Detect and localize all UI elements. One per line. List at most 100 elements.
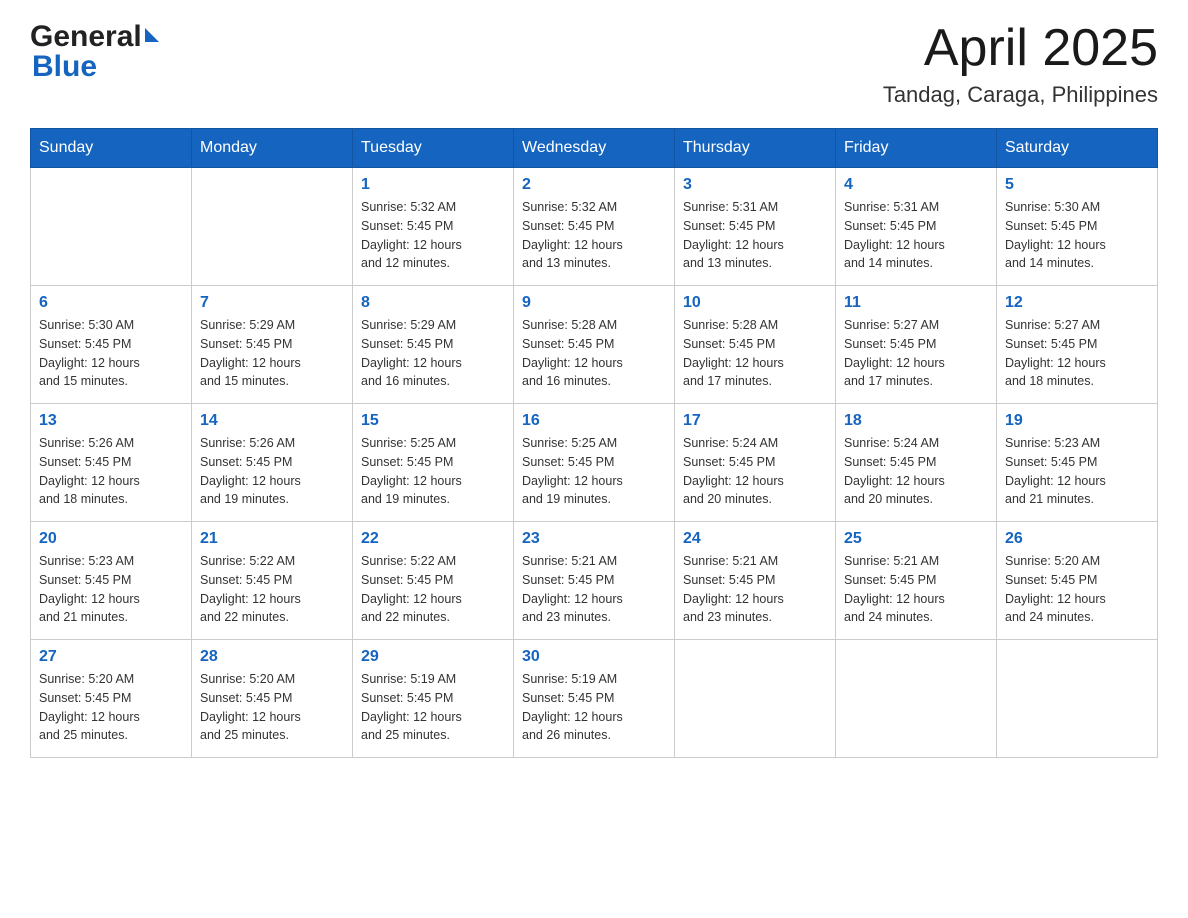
day-info: Sunrise: 5:32 AM Sunset: 5:45 PM Dayligh… (361, 198, 505, 273)
day-number: 26 (1005, 530, 1149, 548)
logo-blue: Blue (30, 50, 159, 84)
day-number: 9 (522, 294, 666, 312)
calendar-cell (192, 168, 353, 286)
calendar-cell: 28Sunrise: 5:20 AM Sunset: 5:45 PM Dayli… (192, 640, 353, 758)
calendar-cell (675, 640, 836, 758)
day-number: 10 (683, 294, 827, 312)
day-number: 16 (522, 412, 666, 430)
calendar-cell: 11Sunrise: 5:27 AM Sunset: 5:45 PM Dayli… (836, 286, 997, 404)
calendar-cell: 5Sunrise: 5:30 AM Sunset: 5:45 PM Daylig… (997, 168, 1158, 286)
day-number: 19 (1005, 412, 1149, 430)
calendar-cell: 27 Sunrise: 5:20 AM Sunset: 5:45 PM Dayli… (31, 640, 192, 758)
page-header: General Blue April 2025 Tandag, Caraga, … (30, 20, 1158, 108)
weekday-header-friday: Friday (836, 129, 997, 168)
day-info: Sunrise: 5:24 AM Sunset: 5:45 PM Dayligh… (844, 434, 988, 509)
calendar-cell (997, 640, 1158, 758)
calendar-cell: 15 Sunrise: 5:25 AM Sunset: 5:45 PM Dayli… (353, 404, 514, 522)
day-number: 2 (522, 176, 666, 194)
day-info: Sunrise: 5:27 AM Sunset: 5:45 PM Dayligh… (1005, 316, 1149, 391)
calendar-cell: 20Sunrise: 5:23 AM Sunset: 5:45 PM Dayli… (31, 522, 192, 640)
location-subtitle: Tandag, Caraga, Philippines (883, 82, 1158, 108)
logo: General Blue (30, 20, 159, 84)
calendar-cell: 19Sunrise: 5:23 AM Sunset: 5:45 PM Dayli… (997, 404, 1158, 522)
calendar-cell: 13 Sunrise: 5:26 AM Sunset: 5:45 PM Dayli… (31, 404, 192, 522)
day-info: Sunrise: 5:31 AM Sunset: 5:45 PM Dayligh… (683, 198, 827, 273)
calendar-cell: 9 Sunrise: 5:28 AM Sunset: 5:45 PM Daylig… (514, 286, 675, 404)
calendar-week-row: 20Sunrise: 5:23 AM Sunset: 5:45 PM Dayli… (31, 522, 1158, 640)
day-number: 12 (1005, 294, 1149, 312)
calendar-cell: 3Sunrise: 5:31 AM Sunset: 5:45 PM Daylig… (675, 168, 836, 286)
day-info: Sunrise: 5:20 AM Sunset: 5:45 PM Dayligh… (39, 670, 183, 745)
title-area: April 2025 Tandag, Caraga, Philippines (883, 20, 1158, 108)
calendar-cell: 21 Sunrise: 5:22 AM Sunset: 5:45 PM Dayli… (192, 522, 353, 640)
day-number: 21 (200, 530, 344, 548)
day-info: Sunrise: 5:20 AM Sunset: 5:45 PM Dayligh… (1005, 552, 1149, 627)
calendar-cell: 29 Sunrise: 5:19 AM Sunset: 5:45 PM Dayli… (353, 640, 514, 758)
day-info: Sunrise: 5:25 AM Sunset: 5:45 PM Dayligh… (522, 434, 666, 509)
calendar-cell: 24Sunrise: 5:21 AM Sunset: 5:45 PM Dayli… (675, 522, 836, 640)
calendar-cell (31, 168, 192, 286)
day-info: Sunrise: 5:29 AM Sunset: 5:45 PM Dayligh… (361, 316, 505, 391)
weekday-header-row: SundayMondayTuesdayWednesdayThursdayFrid… (31, 129, 1158, 168)
day-info: Sunrise: 5:32 AM Sunset: 5:45 PM Dayligh… (522, 198, 666, 273)
calendar-week-row: 6 Sunrise: 5:30 AM Sunset: 5:45 PM Daylig… (31, 286, 1158, 404)
calendar-cell: 22 Sunrise: 5:22 AM Sunset: 5:45 PM Dayli… (353, 522, 514, 640)
day-number: 25 (844, 530, 988, 548)
day-info: Sunrise: 5:25 AM Sunset: 5:45 PM Dayligh… (361, 434, 505, 509)
day-number: 20 (39, 530, 183, 548)
day-info: Sunrise: 5:28 AM Sunset: 5:45 PM Dayligh… (683, 316, 827, 391)
logo-arrow-icon (145, 28, 159, 42)
day-info: Sunrise: 5:24 AM Sunset: 5:45 PM Dayligh… (683, 434, 827, 509)
day-number: 8 (361, 294, 505, 312)
day-info: Sunrise: 5:26 AM Sunset: 5:45 PM Dayligh… (39, 434, 183, 509)
day-number: 30 (522, 648, 666, 666)
calendar-cell: 26 Sunrise: 5:20 AM Sunset: 5:45 PM Dayli… (997, 522, 1158, 640)
weekday-header-sunday: Sunday (31, 129, 192, 168)
calendar-cell: 10 Sunrise: 5:28 AM Sunset: 5:45 PM Dayli… (675, 286, 836, 404)
calendar-cell: 6 Sunrise: 5:30 AM Sunset: 5:45 PM Daylig… (31, 286, 192, 404)
day-info: Sunrise: 5:19 AM Sunset: 5:45 PM Dayligh… (361, 670, 505, 745)
day-info: Sunrise: 5:20 AM Sunset: 5:45 PM Dayligh… (200, 670, 344, 745)
day-info: Sunrise: 5:31 AM Sunset: 5:45 PM Dayligh… (844, 198, 988, 273)
weekday-header-saturday: Saturday (997, 129, 1158, 168)
calendar-body: 1 Sunrise: 5:32 AM Sunset: 5:45 PM Daylig… (31, 168, 1158, 758)
calendar-cell: 17 Sunrise: 5:24 AM Sunset: 5:45 PM Dayli… (675, 404, 836, 522)
day-number: 4 (844, 176, 988, 194)
weekday-header-thursday: Thursday (675, 129, 836, 168)
day-info: Sunrise: 5:21 AM Sunset: 5:45 PM Dayligh… (522, 552, 666, 627)
day-number: 18 (844, 412, 988, 430)
day-number: 23 (522, 530, 666, 548)
calendar-cell: 4 Sunrise: 5:31 AM Sunset: 5:45 PM Daylig… (836, 168, 997, 286)
calendar-cell: 7Sunrise: 5:29 AM Sunset: 5:45 PM Daylig… (192, 286, 353, 404)
day-number: 7 (200, 294, 344, 312)
calendar-cell: 14Sunrise: 5:26 AM Sunset: 5:45 PM Dayli… (192, 404, 353, 522)
logo-general: General (30, 20, 142, 54)
calendar-cell: 25 Sunrise: 5:21 AM Sunset: 5:45 PM Dayli… (836, 522, 997, 640)
day-info: Sunrise: 5:19 AM Sunset: 5:45 PM Dayligh… (522, 670, 666, 745)
calendar-week-row: 1 Sunrise: 5:32 AM Sunset: 5:45 PM Daylig… (31, 168, 1158, 286)
day-number: 24 (683, 530, 827, 548)
day-number: 1 (361, 176, 505, 194)
calendar-cell: 16 Sunrise: 5:25 AM Sunset: 5:45 PM Dayli… (514, 404, 675, 522)
day-number: 29 (361, 648, 505, 666)
day-number: 27 (39, 648, 183, 666)
day-info: Sunrise: 5:21 AM Sunset: 5:45 PM Dayligh… (844, 552, 988, 627)
calendar-cell: 1 Sunrise: 5:32 AM Sunset: 5:45 PM Daylig… (353, 168, 514, 286)
day-info: Sunrise: 5:30 AM Sunset: 5:45 PM Dayligh… (39, 316, 183, 391)
day-number: 5 (1005, 176, 1149, 194)
day-number: 6 (39, 294, 183, 312)
day-info: Sunrise: 5:27 AM Sunset: 5:45 PM Dayligh… (844, 316, 988, 391)
calendar-cell (836, 640, 997, 758)
day-info: Sunrise: 5:28 AM Sunset: 5:45 PM Dayligh… (522, 316, 666, 391)
day-number: 15 (361, 412, 505, 430)
day-number: 22 (361, 530, 505, 548)
day-number: 13 (39, 412, 183, 430)
day-info: Sunrise: 5:22 AM Sunset: 5:45 PM Dayligh… (200, 552, 344, 627)
logo-row1: General (30, 20, 159, 54)
calendar-week-row: 13 Sunrise: 5:26 AM Sunset: 5:45 PM Dayli… (31, 404, 1158, 522)
day-number: 17 (683, 412, 827, 430)
weekday-header-monday: Monday (192, 129, 353, 168)
calendar-cell: 23 Sunrise: 5:21 AM Sunset: 5:45 PM Dayli… (514, 522, 675, 640)
calendar-cell: 12 Sunrise: 5:27 AM Sunset: 5:45 PM Dayli… (997, 286, 1158, 404)
day-info: Sunrise: 5:22 AM Sunset: 5:45 PM Dayligh… (361, 552, 505, 627)
